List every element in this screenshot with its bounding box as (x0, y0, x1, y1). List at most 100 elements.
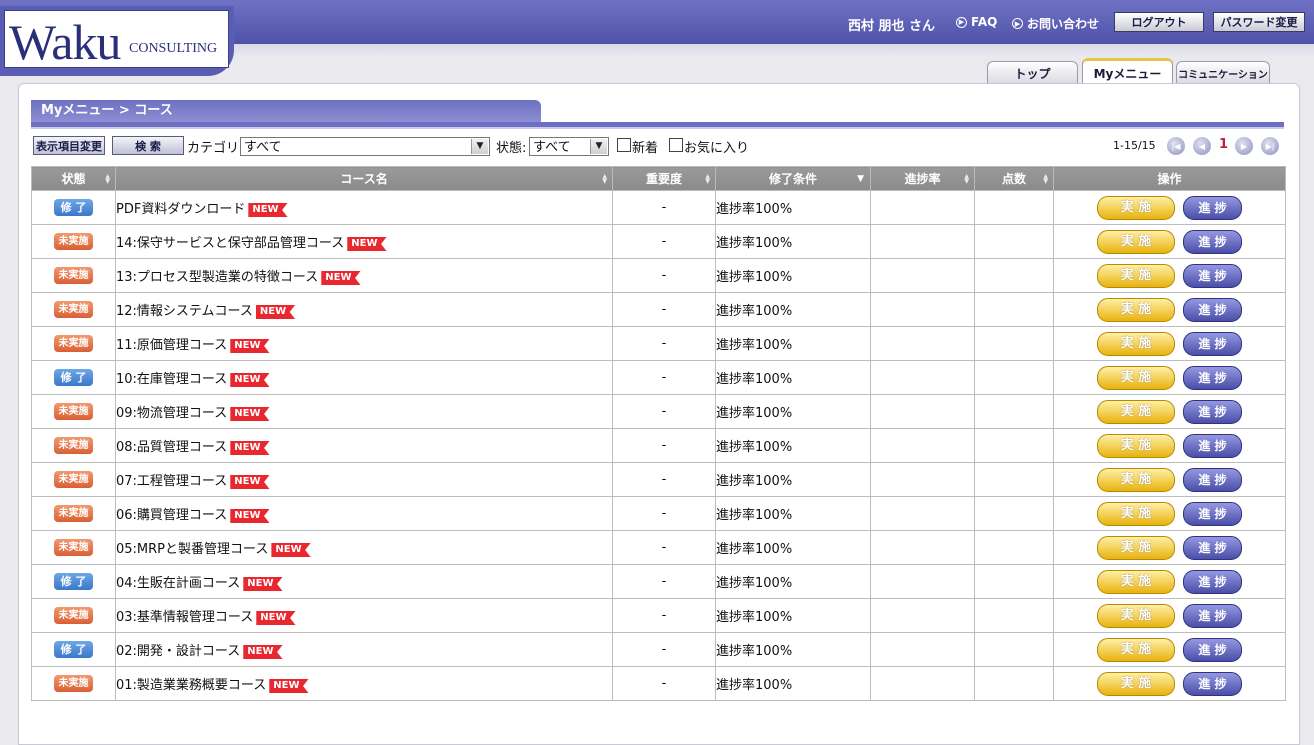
status-select[interactable]: すべて ▼ (529, 137, 609, 156)
completion-condition-cell: 進捗率100% (715, 326, 871, 361)
tab-mymenu[interactable]: Myメニュー (1082, 58, 1173, 86)
run-button[interactable]: 実 施 (1097, 671, 1175, 696)
progress-button[interactable]: 進 捗 (1183, 637, 1242, 662)
logout-button[interactable]: ログアウト (1114, 12, 1204, 32)
password-change-button[interactable]: パスワード変更 (1213, 12, 1305, 32)
importance-cell: - (612, 666, 716, 701)
favorite-checkbox[interactable] (669, 138, 683, 152)
col-operations-label: 操作 (1157, 172, 1182, 186)
faq-link[interactable]: ▶ FAQ (956, 15, 997, 29)
display-columns-button[interactable]: 表示項目変更 (33, 136, 105, 155)
chevron-down-icon[interactable]: ▼ (590, 139, 607, 154)
operations-cell: 実 施進 捗 (1053, 496, 1286, 531)
progress-button[interactable]: 進 捗 (1183, 467, 1242, 492)
sort-descending-icon[interactable]: ▼ (857, 174, 864, 184)
course-table: 状態 ▲ ▼ コース名 ▲ ▼ 重要度 ▲ ▼ 修了条件 ▼ 進捗率 ▲ ▼ 点数 ▲ ▼ 操作 修 … (31, 166, 1286, 701)
course-name-cell: PDF資料ダウンロード NEW (115, 190, 613, 225)
search-button[interactable]: 検 索 (112, 136, 184, 155)
course-name-link[interactable]: 01:製造業業務概要コース (116, 678, 266, 693)
category-select[interactable]: すべて ▼ (240, 137, 490, 156)
progress-button[interactable]: 進 捗 (1183, 263, 1242, 288)
table-row: 未実施 12:情報システムコース NEW - 進捗率100% 実 施進 捗 (31, 292, 1286, 327)
run-button[interactable]: 実 施 (1097, 467, 1175, 492)
course-name-link[interactable]: PDF資料ダウンロード (116, 202, 245, 217)
progress-button[interactable]: 進 捗 (1183, 501, 1242, 526)
col-completion[interactable]: 修了条件 ▼ (715, 166, 871, 191)
score-cell (974, 428, 1054, 463)
progress-button[interactable]: 進 捗 (1183, 195, 1242, 220)
run-button[interactable]: 実 施 (1097, 501, 1175, 526)
run-button[interactable]: 実 施 (1097, 365, 1175, 390)
new-checkbox[interactable] (617, 138, 631, 152)
sort-icon[interactable]: ▲ ▼ (602, 174, 607, 185)
sort-icon[interactable]: ▲ ▼ (1043, 174, 1048, 185)
run-button[interactable]: 実 施 (1097, 297, 1175, 322)
progress-button[interactable]: 進 捗 (1183, 671, 1242, 696)
course-name-link[interactable]: 05:MRPと製番管理コース (116, 542, 268, 557)
play-circle-icon: ▶ (1012, 18, 1023, 29)
tab-communication[interactable]: コミュニケーション (1176, 61, 1270, 84)
col-progress[interactable]: 進捗率 ▲ ▼ (870, 166, 975, 191)
status-badge: 未実施 (54, 335, 93, 352)
status-badge: 修 了 (54, 573, 93, 590)
course-name-link[interactable]: 11:原価管理コース (116, 338, 227, 353)
completion-condition-cell: 進捗率100% (715, 360, 871, 395)
completion-condition-cell: 進捗率100% (715, 190, 871, 225)
run-button[interactable]: 実 施 (1097, 229, 1175, 254)
col-status-label: 状態 (61, 172, 86, 186)
course-name-link[interactable]: 13:プロセス型製造業の特徴コース (116, 270, 318, 285)
col-score[interactable]: 点数 ▲ ▼ (974, 166, 1054, 191)
course-name-link[interactable]: 03:基準情報管理コース (116, 610, 253, 625)
status-badge: 修 了 (54, 199, 93, 216)
table-row: 未実施 09:物流管理コース NEW - 進捗率100% 実 施進 捗 (31, 394, 1286, 429)
chevron-down-icon[interactable]: ▼ (471, 139, 488, 154)
run-button[interactable]: 実 施 (1097, 331, 1175, 356)
progress-button[interactable]: 進 捗 (1183, 603, 1242, 628)
sort-icon[interactable]: ▲ ▼ (105, 174, 110, 185)
course-name-link[interactable]: 06:購買管理コース (116, 508, 227, 523)
logo[interactable]: Waku CONSULTING (4, 10, 229, 68)
course-name-link[interactable]: 02:開発・設計コース (116, 644, 240, 659)
run-button[interactable]: 実 施 (1097, 433, 1175, 458)
faq-label: FAQ (971, 15, 998, 29)
run-button[interactable]: 実 施 (1097, 637, 1175, 662)
course-name-link[interactable]: 10:在庫管理コース (116, 372, 227, 387)
run-button[interactable]: 実 施 (1097, 195, 1175, 220)
course-name-link[interactable]: 04:生販在計画コース (116, 576, 240, 591)
first-page-icon[interactable]: |◀ (1167, 137, 1185, 155)
run-button[interactable]: 実 施 (1097, 569, 1175, 594)
progress-button[interactable]: 進 捗 (1183, 569, 1242, 594)
course-name-link[interactable]: 08:品質管理コース (116, 440, 227, 455)
col-course-name[interactable]: コース名 ▲ ▼ (115, 166, 613, 191)
last-page-icon[interactable]: ▶| (1261, 137, 1279, 155)
progress-button[interactable]: 進 捗 (1183, 433, 1242, 458)
progress-button[interactable]: 進 捗 (1183, 297, 1242, 322)
progress-button[interactable]: 進 捗 (1183, 535, 1242, 560)
table-row: 未実施 08:品質管理コース NEW - 進捗率100% 実 施進 捗 (31, 428, 1286, 463)
next-page-icon[interactable]: ▶ (1235, 137, 1253, 155)
col-status[interactable]: 状態 ▲ ▼ (31, 166, 116, 191)
course-name-link[interactable]: 07:工程管理コース (116, 474, 227, 489)
progress-button[interactable]: 進 捗 (1183, 399, 1242, 424)
progress-button[interactable]: 進 捗 (1183, 229, 1242, 254)
table-row: 未実施 13:プロセス型製造業の特徴コース NEW - 進捗率100% 実 施進 捗 (31, 258, 1286, 293)
run-button[interactable]: 実 施 (1097, 603, 1175, 628)
completion-condition-cell: 進捗率100% (715, 530, 871, 565)
sort-icon[interactable]: ▲ ▼ (964, 174, 969, 185)
progress-button[interactable]: 進 捗 (1183, 365, 1242, 390)
prev-page-icon[interactable]: ◀ (1193, 137, 1211, 155)
col-importance[interactable]: 重要度 ▲ ▼ (612, 166, 716, 191)
progress-cell (870, 666, 975, 701)
course-name-link[interactable]: 12:情報システムコース (116, 304, 253, 319)
new-badge: NEW (248, 203, 288, 217)
course-name-link[interactable]: 09:物流管理コース (116, 406, 227, 421)
run-button[interactable]: 実 施 (1097, 263, 1175, 288)
tab-top[interactable]: トップ (987, 61, 1078, 84)
course-name-link[interactable]: 14:保守サービスと保守部品管理コース (116, 236, 344, 251)
progress-button[interactable]: 進 捗 (1183, 331, 1242, 356)
new-badge: NEW (255, 305, 296, 319)
contact-link[interactable]: ▶ お問い合わせ (1012, 15, 1099, 32)
run-button[interactable]: 実 施 (1097, 535, 1175, 560)
sort-icon[interactable]: ▲ ▼ (705, 174, 710, 185)
run-button[interactable]: 実 施 (1097, 399, 1175, 424)
